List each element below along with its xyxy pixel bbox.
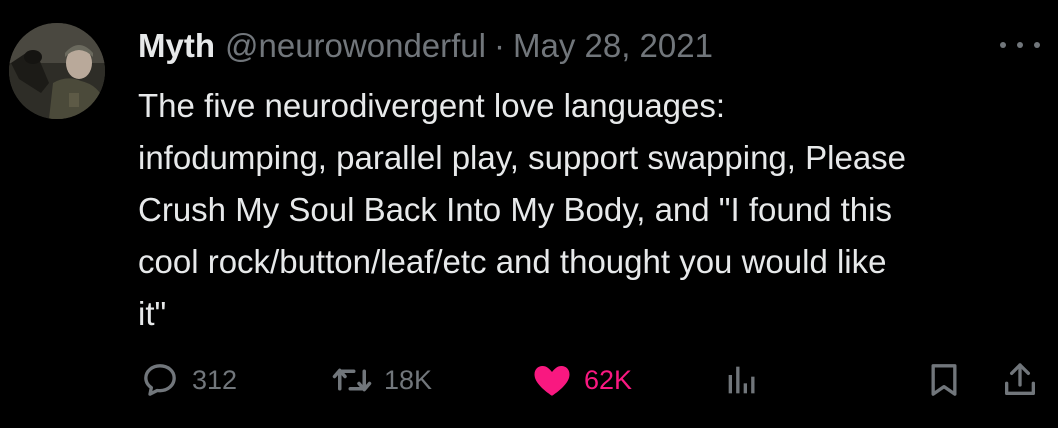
share-button[interactable] (998, 358, 1042, 402)
tweet-text-line: cool rock/button/leaf/etc and thought yo… (138, 243, 887, 280)
like-icon (530, 358, 574, 402)
repost-count: 18K (384, 364, 433, 395)
views-icon (720, 358, 764, 402)
author-name[interactable]: Myth (138, 22, 215, 70)
share-icon (998, 358, 1042, 402)
more-icon[interactable] (1000, 34, 1040, 56)
post-date[interactable]: May 28, 2021 (513, 22, 713, 70)
tweet-text-line: Crush My Soul Back Into My Body, and "I … (138, 191, 892, 228)
tweet-text-line: infodumping, parallel play, support swap… (138, 139, 907, 176)
reply-icon (138, 358, 182, 402)
tweet-header: Myth @neurowonderful · May 28, 2021 (138, 22, 713, 70)
like-button[interactable]: 62K (530, 358, 632, 402)
tweet-text: The five neurodivergent love languages: … (138, 80, 1043, 340)
reply-button[interactable]: 312 (138, 358, 237, 402)
like-count: 62K (584, 364, 633, 395)
repost-button[interactable]: 18K (330, 358, 432, 402)
avatar-image (9, 23, 105, 119)
tweet-text-line: The five neurodivergent love languages: (138, 87, 726, 124)
repost-icon (330, 358, 374, 402)
avatar[interactable] (9, 23, 105, 119)
tweet-text-line: it" (138, 295, 167, 332)
bookmark-icon (922, 358, 966, 402)
reply-count: 312 (192, 364, 238, 395)
views-button[interactable] (720, 358, 764, 402)
author-handle[interactable]: @neurowonderful (225, 22, 486, 70)
bookmark-button[interactable] (922, 358, 966, 402)
tweet: Myth @neurowonderful · May 28, 2021 The … (0, 0, 1058, 428)
separator-dot: · (494, 27, 505, 64)
